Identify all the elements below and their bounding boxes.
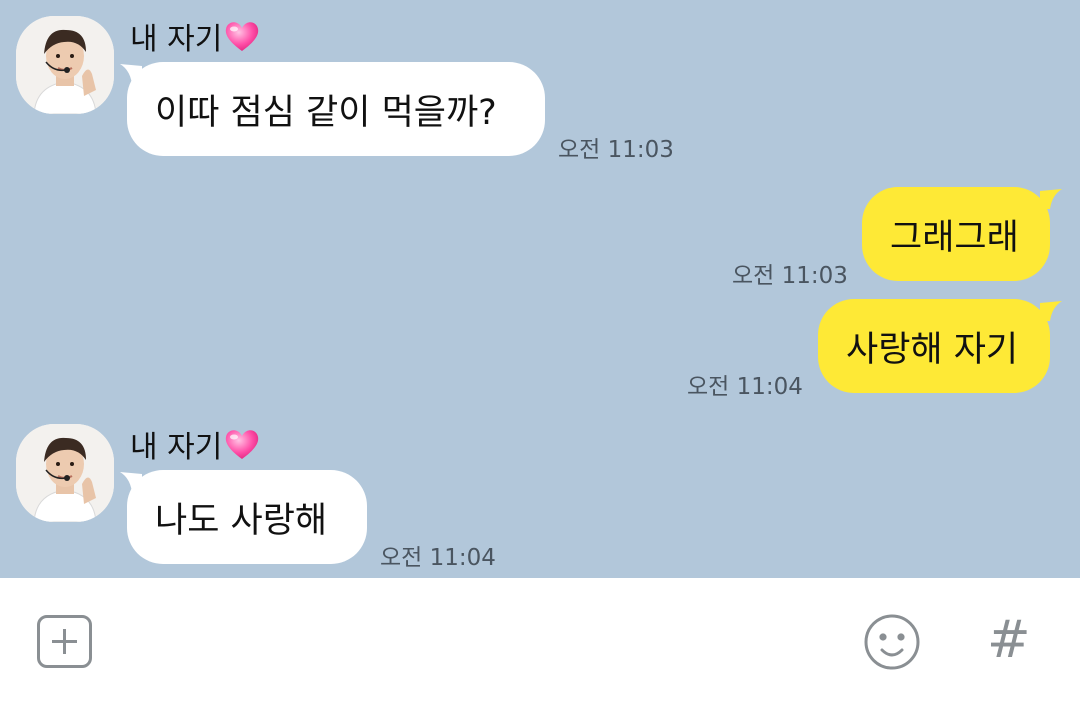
sender-name-text: 내 자기 [130,22,223,57]
message-bubble-outgoing[interactable]: 사랑해 자기 [818,299,1050,393]
chat-area[interactable]: 내 자기 이따 점심 같이 먹을까? 오전 11:03 그래그래 오전 11:0… [0,0,1080,578]
profile-photo [16,16,114,114]
message-text: 그래그래 [890,217,1019,258]
bubble-tail [1040,189,1062,209]
avatar[interactable] [16,16,114,114]
plus-square-icon[interactable] [37,615,92,668]
avatar[interactable] [16,424,114,522]
message-text: 나도 사랑해 [155,500,328,541]
sender-name: 내 자기 [130,14,260,60]
hash-icon[interactable]: # [987,610,1031,670]
message-bubble-incoming[interactable]: 나도 사랑해 [127,470,367,564]
sender-name-text: 내 자기 [130,430,223,465]
message-time: 오전 11:03 [732,263,848,289]
message-bubble-incoming[interactable]: 이따 점심 같이 먹을까? [127,62,545,156]
heart-icon [224,20,260,60]
message-time: 오전 11:04 [380,545,496,571]
heart-icon [224,428,260,468]
message-time: 오전 11:03 [558,137,674,163]
message-bubble-outgoing[interactable]: 그래그래 [862,187,1050,281]
message-text: 사랑해 자기 [846,329,1019,370]
profile-photo [16,424,114,522]
message-text: 이따 점심 같이 먹을까? [155,92,497,133]
sender-name: 내 자기 [130,422,260,468]
message-time: 오전 11:04 [687,374,803,400]
bubble-tail [1040,301,1062,321]
smiley-face-icon[interactable] [863,613,921,671]
